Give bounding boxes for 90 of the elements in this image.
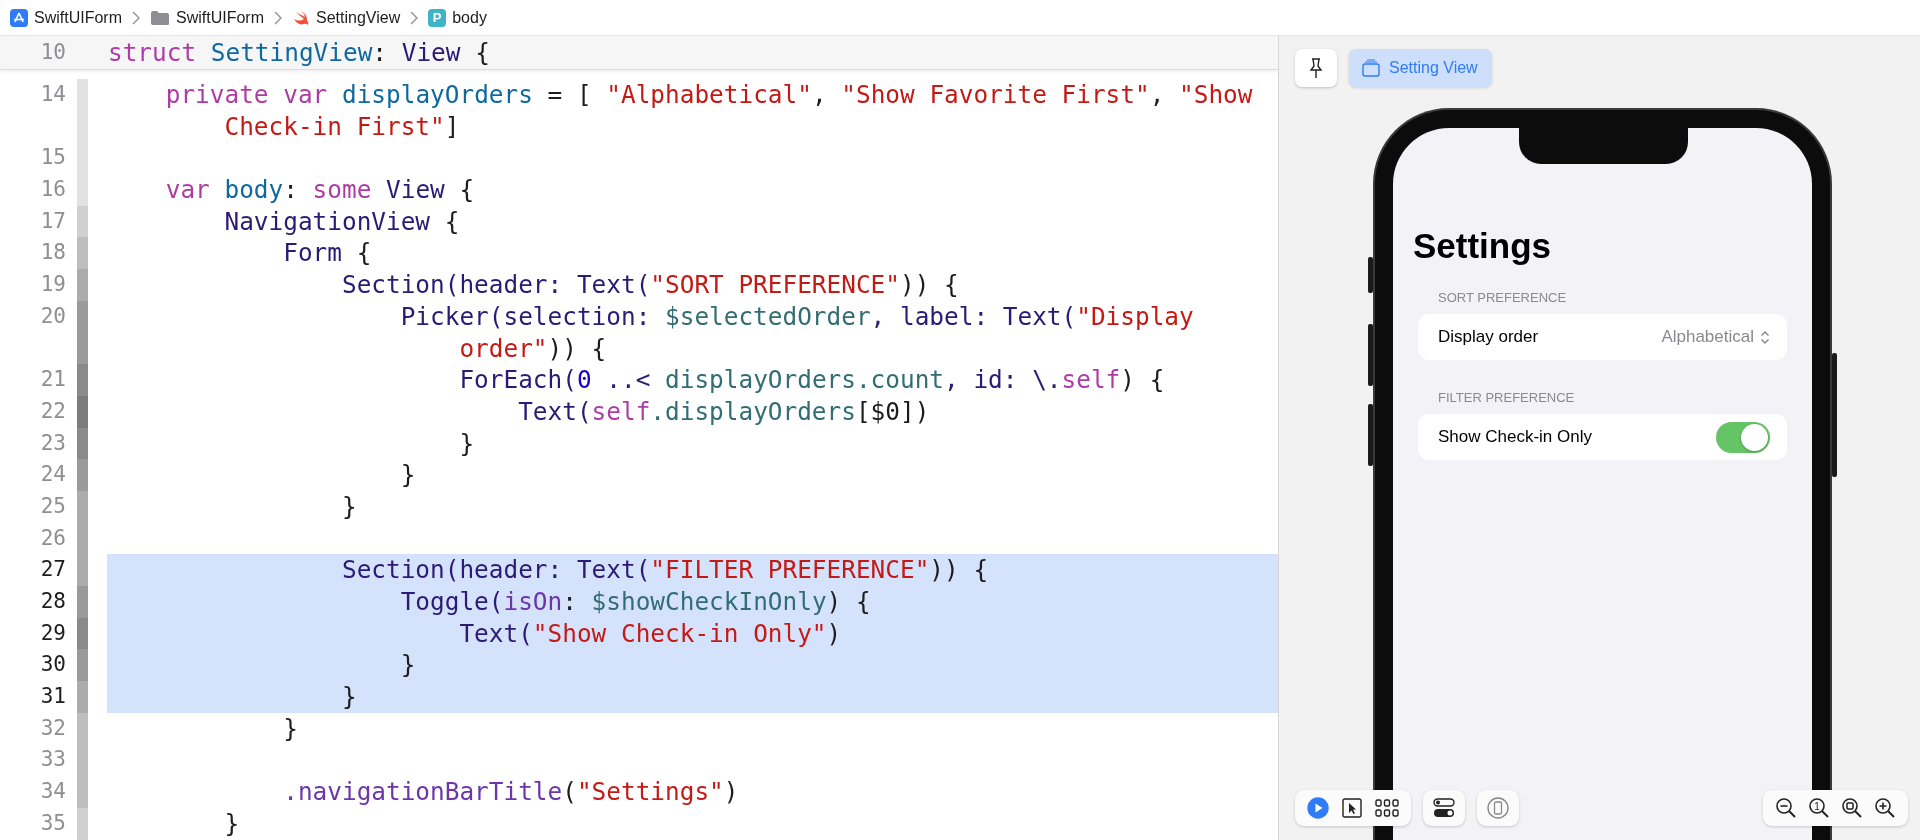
line-number: 22 — [39, 397, 66, 425]
line-number: 29 — [39, 619, 66, 647]
stack-icon — [1361, 59, 1381, 77]
fold-ribbon[interactable] — [77, 459, 88, 491]
zoom-in-icon[interactable] — [1874, 797, 1896, 819]
line-number: 23 — [39, 429, 66, 457]
section-header: SORT PREFERENCE — [1437, 290, 1568, 305]
line-number: 20 — [39, 302, 66, 330]
row-label: Display order — [1438, 327, 1539, 347]
breadcrumb-item[interactable]: body — [452, 8, 487, 27]
code-line: struct SettingView: View { — [108, 37, 491, 69]
code-line: } — [340, 490, 358, 523]
fold-ribbon[interactable] — [77, 712, 88, 745]
code-line: } — [282, 712, 299, 745]
fold-ribbon[interactable] — [77, 681, 88, 713]
line-number: 10 — [39, 38, 66, 66]
fold-ribbon[interactable] — [77, 79, 88, 111]
toggle-switch[interactable] — [1716, 421, 1770, 453]
cursor-icon[interactable] — [1341, 797, 1363, 819]
code-line: Picker(selection: $selectedOrder, label: Text("Display — [399, 300, 1195, 333]
zoom-fit-icon[interactable] — [1841, 797, 1863, 819]
code-line: Text(self.displayOrders[$0]) — [517, 395, 931, 428]
line-number: 21 — [39, 366, 66, 394]
breadcrumb-item[interactable]: SettingView — [316, 8, 401, 27]
code-line: } — [223, 807, 241, 840]
picker-value[interactable]: Alphabetical — [1661, 327, 1770, 347]
line-number: 32 — [39, 714, 66, 742]
line-number: 16 — [39, 176, 66, 204]
fold-ribbon[interactable] — [77, 237, 88, 270]
pin-icon — [1307, 57, 1325, 79]
fold-ribbon[interactable] — [77, 776, 88, 808]
preview-title: Setting View — [1389, 59, 1478, 77]
code-line: Form { — [282, 237, 373, 270]
fold-ribbon[interactable] — [77, 807, 88, 840]
fold-ribbon[interactable] — [77, 490, 88, 523]
fold-ribbon[interactable] — [77, 586, 88, 618]
folder-icon — [150, 9, 170, 26]
code-line: order")) { — [458, 332, 608, 365]
code-line: } — [399, 459, 417, 491]
line-number: 28 — [39, 588, 66, 615]
breadcrumb-item[interactable]: SwiftUIForm — [176, 8, 264, 27]
code-line: .navigationBarTitle("Settings") — [282, 776, 740, 808]
zoom-out-icon[interactable] — [1775, 797, 1797, 819]
code-line: Check-in First"] — [223, 110, 461, 143]
line-number: 24 — [39, 461, 66, 489]
app-icon — [10, 8, 28, 27]
line-number: 15 — [39, 144, 66, 172]
screen-title: Settings — [1413, 225, 1553, 267]
fold-ribbon[interactable] — [77, 617, 88, 650]
line-number: 26 — [39, 524, 66, 552]
fold-ribbon[interactable] — [77, 364, 88, 396]
line-number: 19 — [39, 271, 66, 299]
property-badge: P — [428, 8, 447, 27]
line-number: 30 — [39, 651, 66, 679]
chevron-icon — [274, 9, 282, 26]
line-number: 18 — [39, 239, 66, 267]
chevron-icon — [132, 9, 140, 26]
up-down-icon — [1760, 329, 1770, 345]
line-number: 34 — [39, 778, 66, 806]
fold-ribbon[interactable] — [77, 332, 88, 365]
code-line: } — [458, 427, 476, 460]
line-number: 27 — [39, 556, 66, 584]
fold-ribbon[interactable] — [77, 300, 88, 333]
fold-ribbon[interactable] — [77, 174, 88, 206]
fold-ribbon[interactable] — [77, 554, 88, 586]
code-line: private var displayOrders = [ "Alphabetical", "Show Favorite First", "Show — [164, 79, 1254, 111]
row-label: Show Check-in Only — [1438, 427, 1592, 447]
play-icon[interactable] — [1307, 797, 1329, 819]
toggles-icon[interactable] — [1433, 798, 1455, 818]
line-number: 35 — [39, 809, 66, 837]
section-header: FILTER PREFERENCE — [1437, 390, 1576, 405]
line-number: 25 — [39, 492, 66, 520]
fold-ribbon[interactable] — [77, 395, 88, 428]
grid-icon[interactable] — [1375, 798, 1399, 818]
line-number: 31 — [39, 683, 66, 711]
fold-ribbon[interactable] — [77, 205, 88, 238]
line-number: 14 — [39, 81, 66, 108]
code-line: var body: some View { — [164, 174, 476, 206]
fold-ribbon[interactable] — [77, 649, 88, 682]
pin-button[interactable] — [1295, 49, 1337, 87]
line-number: 17 — [39, 207, 66, 235]
code-line: ForEach(0 ..< displayOrders.count, id: \.self) { — [458, 364, 1166, 396]
breadcrumb-item[interactable]: SwiftUIForm — [34, 8, 122, 27]
code-line: Section(header: Text("SORT PREFERENCE")) { — [340, 269, 960, 301]
fold-ribbon[interactable] — [77, 427, 88, 460]
fold-ribbon[interactable] — [77, 269, 88, 301]
code-line: NavigationView { — [223, 205, 461, 238]
device-icon[interactable] — [1487, 797, 1509, 819]
chevron-icon — [410, 9, 419, 26]
line-number: 33 — [39, 746, 66, 774]
